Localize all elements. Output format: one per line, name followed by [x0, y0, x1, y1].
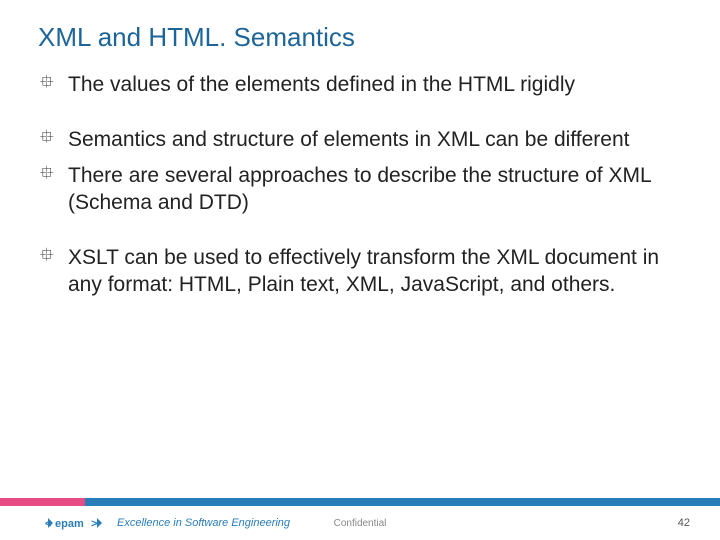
bullet-text: XSLT can be used to effectively transfor… [68, 244, 660, 299]
accent-bar-blue [85, 498, 720, 506]
page-number: 42 [678, 517, 690, 529]
footer-confidential: Confidential [334, 518, 387, 529]
bullet-item: ⯐ XSLT can be used to effectively transf… [40, 244, 660, 299]
footer-tagline: Excellence in Software Engineering [117, 517, 290, 529]
bullet-marker: ⯐ [40, 126, 68, 153]
footer-accent-bars [0, 498, 720, 506]
bullet-marker: ⯐ [40, 162, 68, 217]
bullet-text: The values of the elements defined in th… [68, 71, 660, 98]
slide-footer: epam < > Excellence in Software Engineer… [0, 498, 720, 540]
svg-text:epam: epam [55, 518, 84, 530]
bullet-text: There are several approaches to describe… [68, 162, 660, 217]
svg-text:<: < [45, 518, 51, 530]
bullet-marker: ⯐ [40, 71, 68, 98]
bullet-text: Semantics and structure of elements in X… [68, 126, 660, 153]
accent-bar-pink [0, 498, 85, 506]
bullet-item: ⯐ There are several approaches to descri… [40, 162, 660, 217]
bullet-item: ⯐ Semantics and structure of elements in… [40, 126, 660, 153]
svg-text:>: > [91, 518, 97, 530]
slide-content: ⯐ The values of the elements defined in … [0, 53, 720, 299]
epam-logo: epam < > [45, 515, 107, 531]
slide-title: XML and HTML. Semantics [0, 0, 720, 53]
bullet-marker: ⯐ [40, 244, 68, 299]
bullet-item: ⯐ The values of the elements defined in … [40, 71, 660, 98]
